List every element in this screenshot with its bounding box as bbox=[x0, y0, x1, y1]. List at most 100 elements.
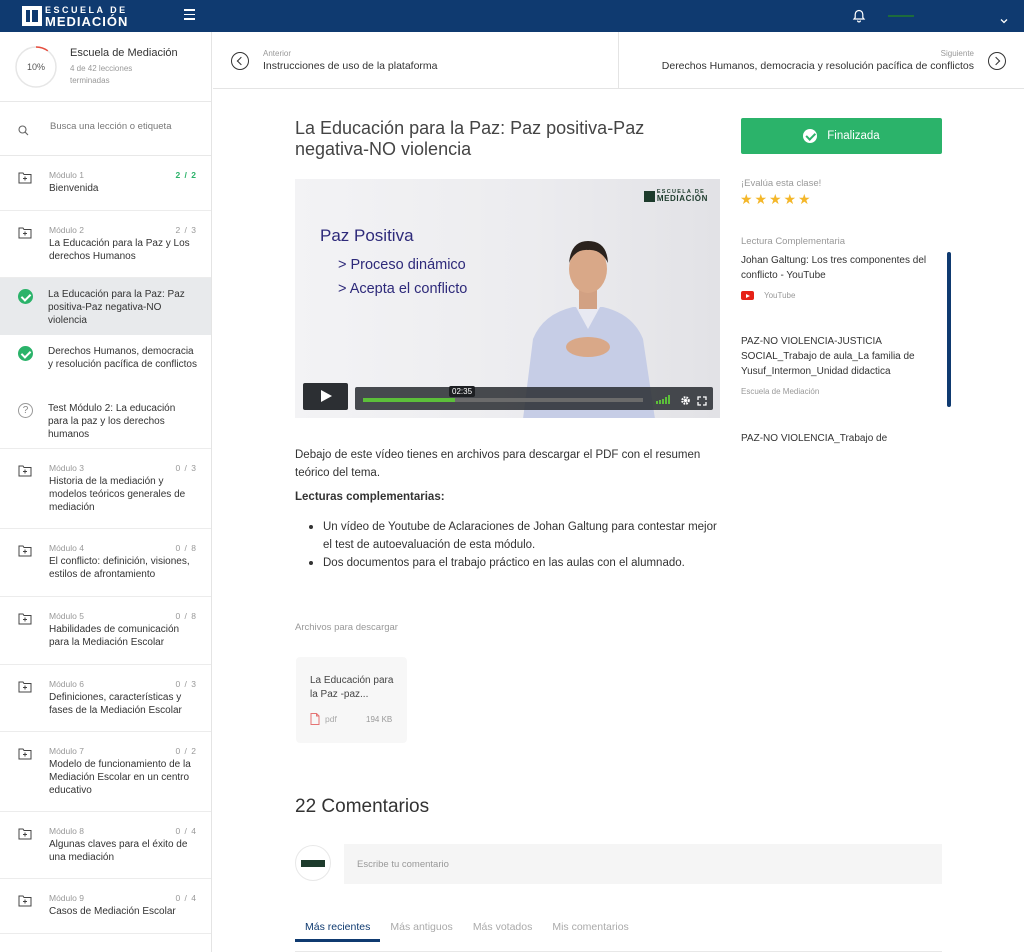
volume-icon[interactable] bbox=[656, 395, 671, 404]
star-icon[interactable]: ★ bbox=[784, 193, 798, 207]
module-item-4[interactable]: Módulo 4 0 / 8 El conflicto: definición,… bbox=[0, 529, 211, 597]
brand-logo-text: ESCUELA DE MEDIACIÓN bbox=[45, 5, 128, 28]
resource-item[interactable]: PAZ-NO VIOLENCIA_Trabajo de bbox=[741, 431, 937, 446]
module-title: Casos de Mediación Escolar bbox=[49, 906, 176, 917]
top-bar: ESCUELA DE MEDIACIÓN bbox=[0, 0, 1024, 32]
video-player[interactable]: ESCUELA DE MEDIACIÓN Paz Positiva > Proc… bbox=[295, 179, 720, 418]
resource-title: Johan Galtung: Los tres componentes del … bbox=[741, 255, 927, 281]
module-count: 0 / 3 bbox=[175, 463, 197, 473]
next-lesson-link[interactable]: Siguiente Derechos Humanos, democracia y… bbox=[620, 32, 1024, 88]
module-number: Módulo 3 bbox=[49, 463, 84, 473]
folder-plus-icon bbox=[18, 226, 32, 239]
chevron-down-icon[interactable] bbox=[1000, 12, 1008, 24]
comment-input[interactable] bbox=[344, 844, 942, 884]
avatar-logo bbox=[301, 859, 325, 867]
finished-button[interactable]: Finalizada bbox=[741, 118, 942, 154]
star-icon[interactable]: ★ bbox=[740, 193, 754, 207]
module-number: Módulo 4 bbox=[49, 543, 84, 553]
comment-tabs: Más recientes Más antiguos Más votados M… bbox=[295, 912, 942, 952]
tab-oldest[interactable]: Más antiguos bbox=[380, 912, 462, 942]
tab-my-comments[interactable]: Mis comentarios bbox=[542, 912, 638, 942]
previous-lesson-link[interactable]: Anterior Instrucciones de uso de la plat… bbox=[213, 32, 619, 88]
video-logo-line-2: MEDIACIÓN bbox=[656, 194, 708, 203]
readings-sidebar-label: Lectura Complementaria bbox=[741, 236, 846, 247]
module-count: 0 / 4 bbox=[175, 893, 197, 903]
brand-line-2: MEDIACIÓN bbox=[45, 13, 129, 29]
module-number: Módulo 6 bbox=[49, 679, 84, 689]
resource-item[interactable]: PAZ-NO VIOLENCIA-JUSTICIA SOCIAL_Trabajo… bbox=[741, 334, 937, 396]
module-title: La Educación para la Paz y Los derechos … bbox=[49, 238, 190, 262]
module-count: 0 / 8 bbox=[175, 543, 197, 553]
module-title: El conflicto: definición, visiones, esti… bbox=[49, 556, 190, 580]
resource-title: PAZ-NO VIOLENCIA_Trabajo de bbox=[741, 433, 888, 444]
progress-ring: 10% bbox=[14, 45, 58, 89]
lesson-navigation: Anterior Instrucciones de uso de la plat… bbox=[213, 32, 1024, 89]
resource-source: YouTube bbox=[741, 291, 937, 300]
folder-plus-icon bbox=[18, 747, 32, 760]
video-slide-line-2: > Acepta el conflicto bbox=[338, 281, 468, 297]
module-item-6[interactable]: Módulo 6 0 / 3 Definiciones, característ… bbox=[0, 665, 211, 732]
check-circle-icon bbox=[18, 289, 33, 304]
next-label: Siguiente bbox=[940, 49, 974, 58]
folder-plus-icon bbox=[18, 680, 32, 693]
resource-source: Escuela de Mediación bbox=[741, 387, 937, 396]
fullscreen-icon[interactable] bbox=[697, 393, 707, 406]
video-logo: ESCUELA DE MEDIACIÓN bbox=[643, 189, 708, 203]
star-icon[interactable]: ★ bbox=[798, 193, 812, 207]
resource-source-label: YouTube bbox=[764, 291, 796, 300]
lesson-item[interactable]: Derechos Humanos, democracia y resolució… bbox=[0, 335, 211, 392]
module-title: Historia de la mediación y modelos teóri… bbox=[49, 476, 186, 513]
lesson-item-current[interactable]: La Educación para la Paz: Paz positiva-P… bbox=[0, 278, 211, 335]
check-circle-icon bbox=[18, 346, 33, 361]
question-circle-icon: ? bbox=[18, 403, 33, 418]
resource-title: PAZ-NO VIOLENCIA-JUSTICIA SOCIAL_Trabajo… bbox=[741, 336, 915, 377]
bell-icon[interactable] bbox=[852, 9, 866, 23]
reading-item: Un vídeo de Youtube de Aclaraciones de J… bbox=[309, 518, 718, 554]
module-count: 0 / 4 bbox=[175, 826, 197, 836]
module-title: Habilidades de comunicación para la Medi… bbox=[49, 624, 180, 648]
lesson-item-test[interactable]: ? Test Módulo 2: La educación para la pa… bbox=[0, 392, 211, 449]
readings-list: Un vídeo de Youtube de Aclaraciones de J… bbox=[309, 518, 718, 572]
module-item-9[interactable]: Módulo 9 0 / 4 Casos de Mediación Escola… bbox=[0, 879, 211, 934]
module-item-5[interactable]: Módulo 5 0 / 8 Habilidades de comunicaci… bbox=[0, 597, 211, 665]
download-file-card[interactable]: La Educación para la Paz -paz... pdf 194… bbox=[296, 657, 407, 743]
module-item-7[interactable]: Módulo 7 0 / 2 Modelo de funcionamiento … bbox=[0, 732, 211, 812]
tab-most-recent[interactable]: Más recientes bbox=[295, 912, 381, 942]
gear-icon[interactable] bbox=[680, 393, 691, 405]
menu-icon[interactable] bbox=[184, 9, 195, 21]
module-item-8[interactable]: Módulo 8 0 / 4 Algunas claves para el éx… bbox=[0, 812, 211, 879]
arrow-left-icon bbox=[231, 52, 249, 70]
lessons-sidebar: 10% Escuela de Mediación 4 de 42 leccion… bbox=[0, 32, 212, 952]
page-title: La Educación para la Paz: Paz positiva-P… bbox=[295, 118, 645, 159]
folder-plus-icon bbox=[18, 612, 32, 625]
video-progress-fill bbox=[363, 398, 456, 402]
video-time: 02:35 bbox=[449, 386, 476, 397]
module-title: Bienvenida bbox=[49, 183, 99, 194]
lesson-title: Test Módulo 2: La educación para la paz … bbox=[48, 403, 176, 440]
module-number: Módulo 5 bbox=[49, 611, 84, 621]
arrow-right-icon bbox=[988, 52, 1006, 70]
lesson-title: Derechos Humanos, democracia y resolució… bbox=[48, 346, 197, 370]
play-button[interactable] bbox=[303, 383, 348, 410]
file-name: La Educación para la Paz -paz... bbox=[310, 675, 394, 700]
module-item-3[interactable]: Módulo 3 0 / 3 Historia de la mediación … bbox=[0, 449, 211, 529]
module-number: Módulo 2 bbox=[49, 225, 84, 235]
resources-scrollbar[interactable] bbox=[947, 252, 951, 407]
star-icon[interactable]: ★ bbox=[769, 193, 783, 207]
module-item-1[interactable]: Módulo 1 2 / 2 Bienvenida bbox=[0, 156, 211, 211]
video-progress-track[interactable]: 02:35 bbox=[363, 386, 643, 402]
module-item-2[interactable]: Módulo 2 2 / 3 La Educación para la Paz … bbox=[0, 211, 211, 278]
course-name: Escuela de Mediación bbox=[70, 47, 178, 59]
progress-percent: 10% bbox=[26, 62, 45, 72]
star-rating: ★ ★ ★ ★ ★ bbox=[740, 193, 813, 207]
readings-heading: Lecturas complementarias: bbox=[295, 491, 445, 503]
brand-logo[interactable]: ESCUELA DE MEDIACIÓN bbox=[22, 4, 128, 28]
module-count: 0 / 3 bbox=[175, 679, 197, 689]
video-controls: 02:35 bbox=[355, 386, 713, 410]
star-icon[interactable]: ★ bbox=[755, 193, 769, 207]
module-title: Definiciones, características y fases de… bbox=[49, 692, 182, 716]
module-number: Módulo 9 bbox=[49, 893, 84, 903]
resource-item[interactable]: Johan Galtung: Los tres componentes del … bbox=[741, 253, 937, 300]
search-input[interactable] bbox=[50, 121, 200, 132]
tab-most-voted[interactable]: Más votados bbox=[463, 912, 543, 942]
